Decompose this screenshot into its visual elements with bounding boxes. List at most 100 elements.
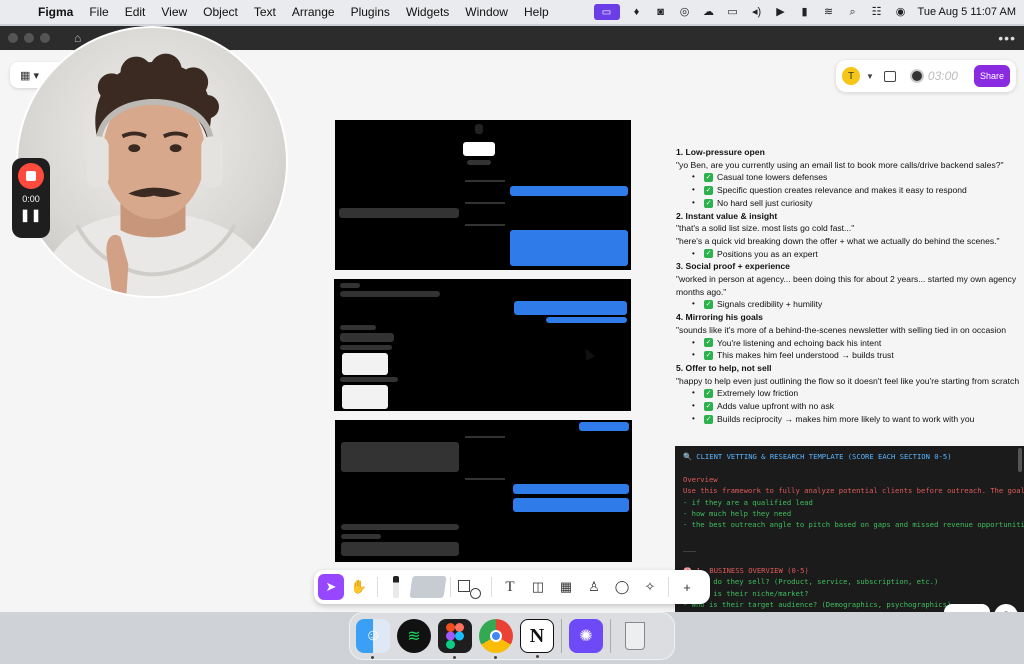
figma-status-icon[interactable]: ♦ [630,6,644,18]
close-window-button[interactable] [8,33,18,43]
square-shape-icon [458,580,470,592]
menu-view[interactable]: View [153,5,195,19]
chrome-icon[interactable] [479,619,513,659]
play-icon[interactable]: ▶ [774,6,788,18]
trash-icon[interactable] [618,619,652,653]
bullet-icon: • [692,388,695,398]
recording-time: 0:00 [22,194,40,204]
note-quote: "happy to help even just outlining the f… [676,375,1020,386]
note-heading: 2. Instant value & insight [676,210,778,221]
control-center-icon[interactable]: ☷ [870,6,884,18]
screen-studio-icon[interactable]: ✺ [569,619,603,653]
more-options-icon[interactable]: ••• [998,30,1016,46]
text-tool-icon[interactable]: T [497,574,523,600]
note-check-text: Extremely low friction [717,388,799,399]
code-line: - how much help they need [683,508,792,518]
menu-widgets[interactable]: Widgets [398,5,457,19]
menu-help[interactable]: Help [516,5,557,19]
screen-record-icon[interactable]: ▭ [593,4,620,20]
creative-cloud-icon[interactable]: ◎ [678,6,692,18]
battery-icon[interactable]: ▮ [798,6,812,18]
stamp-tool-icon[interactable]: ♙ [581,574,607,600]
code-scrollbar[interactable] [1018,448,1022,472]
chevron-down-icon[interactable]: ▼ [866,72,874,81]
bullet-icon: • [692,413,695,423]
code-line: Use this framework to fully analyze pote… [683,486,1024,496]
table-tool-icon[interactable]: ▦ [553,574,579,600]
figma-menu-icon[interactable]: ▦ ▾ [20,69,39,82]
timestamp [465,436,505,438]
ai-tool-icon[interactable]: ✧ [637,574,663,600]
zoom-out-button[interactable]: − [952,609,960,613]
hand-tool-icon[interactable]: ✋ [346,574,372,600]
note-check-item: • ✓ Specific question creates relevance an… [676,184,1024,197]
notion-icon[interactable]: N [520,619,554,658]
profile-avatar-icon [475,124,483,134]
menu-app-name[interactable]: Figma [30,5,81,19]
menu-file[interactable]: File [81,5,116,19]
more-tools-icon[interactable]: + [674,574,700,600]
comment-tool-icon[interactable]: ◯ [609,574,635,600]
share-button[interactable]: Share [974,65,1010,87]
message-bubble [339,208,459,218]
marker-tool-icon[interactable] [383,574,409,600]
volume-icon[interactable]: ◂) [750,6,764,18]
timer[interactable]: 03:00 [909,69,958,83]
webcam-bubble[interactable] [16,26,288,298]
message-bubble [341,542,459,556]
client-vetting-template[interactable]: 🔍 CLIENT VETTING & RESEARCH TEMPLATE (SC… [675,446,1024,612]
chat-screenshot-3[interactable] [335,420,632,562]
section-tool-icon[interactable]: ◫ [525,574,551,600]
note-check-text: Adds value upfront with no ask [717,401,835,412]
move-tool-icon[interactable]: ➤ [318,574,344,600]
menu-text[interactable]: Text [246,5,284,19]
toolbar-divider [450,577,451,597]
check-mark-icon: ✓ [704,173,713,183]
top-right-toolbar: T ▼ 03:00 Share [836,60,1016,92]
shape-tool-icon[interactable] [456,574,486,600]
code-line: Overview [683,474,718,484]
message-bubble [514,301,627,315]
display-icon[interactable]: ▭ [726,6,740,18]
wifi-icon[interactable]: ≋ [822,6,836,18]
menu-edit[interactable]: Edit [117,5,154,19]
zoom-in-button[interactable]: + [975,609,983,613]
stop-recording-button[interactable] [18,163,44,189]
note-check-item: • ✓ Signals credibility + humility [676,298,1024,311]
clock[interactable]: Tue Aug 5 11:07 AM [918,6,1016,18]
minimize-window-button[interactable] [24,33,34,43]
user-icon[interactable]: ◉ [894,6,908,18]
figma-icon[interactable] [438,619,472,659]
camera-status-icon[interactable]: ◙ [654,6,668,18]
spotlight-search-icon[interactable]: ⌕ [846,6,860,18]
cloud-icon[interactable]: ☁ [702,6,716,18]
menu-plugins[interactable]: Plugins [343,5,398,19]
chat-screenshot-2[interactable] [334,279,631,411]
pause-icon[interactable]: ❚❚ [20,208,42,222]
note-heading: 1. Low-pressure open [676,147,765,157]
note-check-item: • ✓ Casual tone lowers defenses [676,171,1024,184]
note-check-item: • ✓ Adds value upfront with no ask [676,400,1024,413]
finder-icon[interactable]: ☺ [356,619,390,659]
menu-object[interactable]: Object [195,5,246,19]
sticky-note-tool-icon[interactable] [409,576,447,598]
bullet-icon: • [692,299,695,309]
outreach-notes-text[interactable]: 1. Low-pressure open "yo Ben, are you cur… [676,146,1024,425]
user-avatar[interactable]: T [842,67,860,85]
window-controls [8,33,50,43]
home-icon[interactable]: ⌂ [74,31,81,45]
note-quote: months ago." [676,286,727,297]
menu-arrange[interactable]: Arrange [284,5,343,19]
menu-window[interactable]: Window [457,5,516,19]
circle-shape-icon [470,588,481,599]
note-check-item: • ✓ Builds reciprocity → makes him more li… [676,413,1024,426]
spotify-icon[interactable]: ≋ [397,619,431,653]
chat-screenshot-1[interactable] [335,120,631,270]
zoom-window-button[interactable] [40,33,50,43]
layout-icon[interactable] [883,70,896,82]
message-bubble [546,317,627,323]
check-mark-icon: ✓ [704,389,713,399]
note-check-text: Builds reciprocity → makes him more like… [717,413,975,424]
